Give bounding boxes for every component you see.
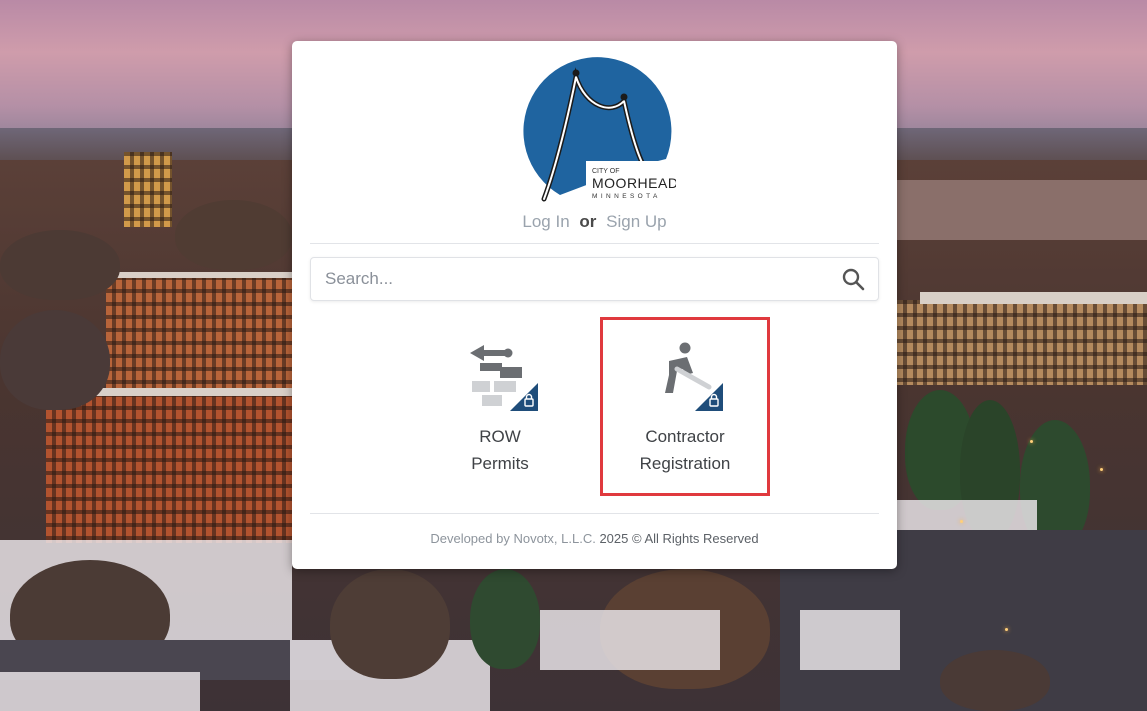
or-text: or [579, 212, 597, 231]
tree [470, 569, 540, 669]
login-card: CITY OF MOORHEAD MINNESOTA Log In or Sig… [292, 41, 897, 569]
footer-rights: © All Rights Reserved [632, 531, 759, 546]
tile-label-line2: Permits [471, 454, 529, 473]
login-link[interactable]: Log In [522, 212, 569, 231]
row-permits-tile[interactable]: ROW Permits [425, 339, 575, 489]
tree [0, 230, 120, 300]
street-light [1005, 628, 1008, 631]
contractor-registration-tile[interactable]: Contractor Registration [610, 339, 760, 489]
worker-lock-icon [665, 342, 723, 411]
logo-state: MINNESOTA [592, 193, 661, 200]
row-permits-label: ROW Permits [425, 423, 575, 477]
moorhead-logo: CITY OF MOORHEAD MINNESOTA [523, 57, 676, 202]
distant-buildings [897, 180, 1147, 240]
search-icon[interactable] [841, 267, 865, 291]
search-input[interactable] [311, 258, 825, 300]
snow-patch [800, 610, 900, 670]
apartment-building [106, 276, 292, 391]
contractor-registration-label: Contractor Registration [610, 423, 760, 477]
search-box [310, 257, 879, 301]
footer-year: 2025 [599, 531, 629, 546]
parking-ramp [897, 300, 1147, 385]
tree [0, 310, 110, 410]
logo-city-name: MOORHEAD [592, 175, 676, 191]
apartment-building [46, 393, 292, 543]
tile-label-line2: Registration [639, 454, 731, 473]
snow-patch [897, 500, 1037, 530]
footer-developed-by: Developed by Novotx, L.L.C. [430, 531, 596, 546]
tree [940, 650, 1050, 711]
tile-label-line1: ROW [479, 427, 521, 446]
street-light [1100, 468, 1103, 471]
tree [175, 200, 292, 270]
roof [106, 272, 292, 278]
snow-patch [540, 610, 720, 670]
tree [330, 569, 450, 679]
shovel-bricks-lock-icon [470, 345, 538, 411]
snow-patch [0, 672, 200, 711]
auth-links: Log In or Sign Up [292, 212, 897, 232]
logo-city-of: CITY OF [592, 168, 619, 175]
top-divider [310, 243, 879, 244]
tile-label-line1: Contractor [645, 427, 725, 446]
tower-building [124, 152, 172, 227]
footer: Developed by Novotx, L.L.C. 2025 © All R… [292, 531, 897, 546]
signup-link[interactable]: Sign Up [606, 212, 666, 231]
street-light [1030, 440, 1033, 443]
street-light [960, 520, 963, 523]
parking-ramp-roof [920, 292, 1147, 304]
bottom-divider [310, 513, 879, 514]
